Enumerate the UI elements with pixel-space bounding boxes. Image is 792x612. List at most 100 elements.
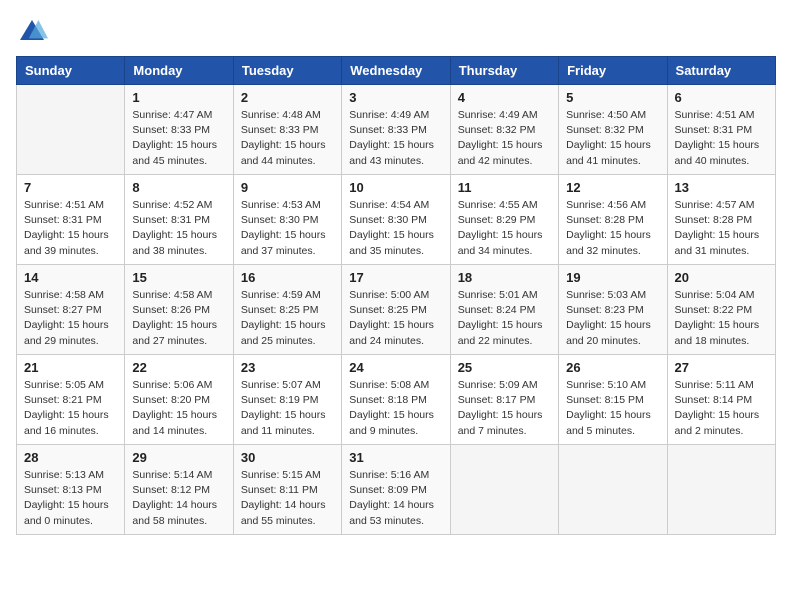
- calendar-cell: [17, 85, 125, 175]
- day-number: 15: [132, 270, 225, 285]
- day-number: 29: [132, 450, 225, 465]
- day-content: Sunrise: 4:54 AM Sunset: 8:30 PM Dayligh…: [349, 198, 442, 259]
- logo-icon: [16, 16, 48, 48]
- calendar-cell: 8 Sunrise: 4:52 AM Sunset: 8:31 PM Daylig…: [125, 175, 233, 265]
- calendar-cell: 25 Sunrise: 5:09 AM Sunset: 8:17 PM Dayli…: [450, 355, 558, 445]
- week-row-4: 21 Sunrise: 5:05 AM Sunset: 8:21 PM Dayli…: [17, 355, 776, 445]
- week-row-3: 14 Sunrise: 4:58 AM Sunset: 8:27 PM Dayli…: [17, 265, 776, 355]
- day-number: 9: [241, 180, 334, 195]
- calendar-cell: 3 Sunrise: 4:49 AM Sunset: 8:33 PM Daylig…: [342, 85, 450, 175]
- day-number: 12: [566, 180, 659, 195]
- calendar-cell: 24 Sunrise: 5:08 AM Sunset: 8:18 PM Dayli…: [342, 355, 450, 445]
- weekday-header-sunday: Sunday: [17, 57, 125, 85]
- calendar-cell: 13 Sunrise: 4:57 AM Sunset: 8:28 PM Dayli…: [667, 175, 775, 265]
- calendar-cell: 15 Sunrise: 4:58 AM Sunset: 8:26 PM Dayli…: [125, 265, 233, 355]
- calendar-cell: 22Sunrise: 5:06 AM Sunset: 8:20 PM Dayli…: [125, 355, 233, 445]
- calendar-cell: 11 Sunrise: 4:55 AM Sunset: 8:29 PM Dayli…: [450, 175, 558, 265]
- day-content: Sunrise: 4:49 AM Sunset: 8:33 PM Dayligh…: [349, 108, 442, 169]
- day-content: Sunrise: 4:55 AM Sunset: 8:29 PM Dayligh…: [458, 198, 551, 259]
- calendar-cell: 21 Sunrise: 5:05 AM Sunset: 8:21 PM Dayli…: [17, 355, 125, 445]
- day-number: 26: [566, 360, 659, 375]
- day-number: 25: [458, 360, 551, 375]
- calendar-cell: 20Sunrise: 5:04 AM Sunset: 8:22 PM Dayli…: [667, 265, 775, 355]
- calendar-cell: 5Sunrise: 4:50 AM Sunset: 8:32 PM Daylig…: [559, 85, 667, 175]
- weekday-header-row: SundayMondayTuesdayWednesdayThursdayFrid…: [17, 57, 776, 85]
- day-content: Sunrise: 4:47 AM Sunset: 8:33 PM Dayligh…: [132, 108, 225, 169]
- day-number: 17: [349, 270, 442, 285]
- calendar-cell: 30Sunrise: 5:15 AM Sunset: 8:11 PM Dayli…: [233, 445, 341, 535]
- day-content: Sunrise: 5:07 AM Sunset: 8:19 PM Dayligh…: [241, 378, 334, 439]
- day-content: Sunrise: 5:13 AM Sunset: 8:13 PM Dayligh…: [24, 468, 117, 529]
- day-content: Sunrise: 4:51 AM Sunset: 8:31 PM Dayligh…: [675, 108, 768, 169]
- calendar-cell: 23 Sunrise: 5:07 AM Sunset: 8:19 PM Dayli…: [233, 355, 341, 445]
- calendar-cell: 2 Sunrise: 4:48 AM Sunset: 8:33 PM Daylig…: [233, 85, 341, 175]
- day-content: Sunrise: 4:51 AM Sunset: 8:31 PM Dayligh…: [24, 198, 117, 259]
- day-content: Sunrise: 5:01 AM Sunset: 8:24 PM Dayligh…: [458, 288, 551, 349]
- calendar-cell: 28 Sunrise: 5:13 AM Sunset: 8:13 PM Dayli…: [17, 445, 125, 535]
- day-number: 6: [675, 90, 768, 105]
- day-number: 20: [675, 270, 768, 285]
- calendar-cell: 4 Sunrise: 4:49 AM Sunset: 8:32 PM Daylig…: [450, 85, 558, 175]
- week-row-5: 28 Sunrise: 5:13 AM Sunset: 8:13 PM Dayli…: [17, 445, 776, 535]
- day-number: 1: [132, 90, 225, 105]
- day-number: 18: [458, 270, 551, 285]
- day-content: Sunrise: 4:58 AM Sunset: 8:27 PM Dayligh…: [24, 288, 117, 349]
- day-content: Sunrise: 4:57 AM Sunset: 8:28 PM Dayligh…: [675, 198, 768, 259]
- calendar-cell: 14 Sunrise: 4:58 AM Sunset: 8:27 PM Dayli…: [17, 265, 125, 355]
- day-number: 28: [24, 450, 117, 465]
- day-number: 10: [349, 180, 442, 195]
- day-number: 2: [241, 90, 334, 105]
- day-content: Sunrise: 5:08 AM Sunset: 8:18 PM Dayligh…: [349, 378, 442, 439]
- calendar-cell: 29 Sunrise: 5:14 AM Sunset: 8:12 PM Dayli…: [125, 445, 233, 535]
- calendar-cell: 10 Sunrise: 4:54 AM Sunset: 8:30 PM Dayli…: [342, 175, 450, 265]
- day-content: Sunrise: 5:15 AM Sunset: 8:11 PM Dayligh…: [241, 468, 334, 529]
- day-content: Sunrise: 4:48 AM Sunset: 8:33 PM Dayligh…: [241, 108, 334, 169]
- calendar-cell: 31 Sunrise: 5:16 AM Sunset: 8:09 PM Dayli…: [342, 445, 450, 535]
- day-content: Sunrise: 5:05 AM Sunset: 8:21 PM Dayligh…: [24, 378, 117, 439]
- day-content: Sunrise: 4:58 AM Sunset: 8:26 PM Dayligh…: [132, 288, 225, 349]
- day-content: Sunrise: 4:50 AM Sunset: 8:32 PM Dayligh…: [566, 108, 659, 169]
- day-number: 11: [458, 180, 551, 195]
- week-row-2: 7 Sunrise: 4:51 AM Sunset: 8:31 PM Daylig…: [17, 175, 776, 265]
- day-content: Sunrise: 4:52 AM Sunset: 8:31 PM Dayligh…: [132, 198, 225, 259]
- day-number: 4: [458, 90, 551, 105]
- weekday-header-thursday: Thursday: [450, 57, 558, 85]
- day-number: 31: [349, 450, 442, 465]
- day-number: 21: [24, 360, 117, 375]
- day-content: Sunrise: 4:56 AM Sunset: 8:28 PM Dayligh…: [566, 198, 659, 259]
- day-number: 14: [24, 270, 117, 285]
- day-number: 22: [132, 360, 225, 375]
- logo: [16, 16, 52, 48]
- calendar-cell: 26 Sunrise: 5:10 AM Sunset: 8:15 PM Dayli…: [559, 355, 667, 445]
- week-row-1: 1 Sunrise: 4:47 AM Sunset: 8:33 PM Daylig…: [17, 85, 776, 175]
- day-content: Sunrise: 4:49 AM Sunset: 8:32 PM Dayligh…: [458, 108, 551, 169]
- day-content: Sunrise: 5:11 AM Sunset: 8:14 PM Dayligh…: [675, 378, 768, 439]
- day-content: Sunrise: 5:09 AM Sunset: 8:17 PM Dayligh…: [458, 378, 551, 439]
- day-content: Sunrise: 5:03 AM Sunset: 8:23 PM Dayligh…: [566, 288, 659, 349]
- day-content: Sunrise: 5:14 AM Sunset: 8:12 PM Dayligh…: [132, 468, 225, 529]
- calendar-cell: 1 Sunrise: 4:47 AM Sunset: 8:33 PM Daylig…: [125, 85, 233, 175]
- day-content: Sunrise: 5:10 AM Sunset: 8:15 PM Dayligh…: [566, 378, 659, 439]
- calendar-cell: 16Sunrise: 4:59 AM Sunset: 8:25 PM Dayli…: [233, 265, 341, 355]
- calendar-cell: 17Sunrise: 5:00 AM Sunset: 8:25 PM Dayli…: [342, 265, 450, 355]
- page-header: [16, 16, 776, 48]
- day-content: Sunrise: 4:59 AM Sunset: 8:25 PM Dayligh…: [241, 288, 334, 349]
- day-number: 7: [24, 180, 117, 195]
- calendar-cell: 7 Sunrise: 4:51 AM Sunset: 8:31 PM Daylig…: [17, 175, 125, 265]
- calendar-cell: 6 Sunrise: 4:51 AM Sunset: 8:31 PM Daylig…: [667, 85, 775, 175]
- calendar-cell: 9Sunrise: 4:53 AM Sunset: 8:30 PM Daylig…: [233, 175, 341, 265]
- day-content: Sunrise: 5:16 AM Sunset: 8:09 PM Dayligh…: [349, 468, 442, 529]
- day-number: 8: [132, 180, 225, 195]
- calendar-cell: 12 Sunrise: 4:56 AM Sunset: 8:28 PM Dayli…: [559, 175, 667, 265]
- calendar-cell: [450, 445, 558, 535]
- calendar-cell: [559, 445, 667, 535]
- day-number: 3: [349, 90, 442, 105]
- day-number: 23: [241, 360, 334, 375]
- day-number: 13: [675, 180, 768, 195]
- calendar-table: SundayMondayTuesdayWednesdayThursdayFrid…: [16, 56, 776, 535]
- calendar-cell: 27 Sunrise: 5:11 AM Sunset: 8:14 PM Dayli…: [667, 355, 775, 445]
- day-number: 24: [349, 360, 442, 375]
- day-number: 19: [566, 270, 659, 285]
- day-number: 27: [675, 360, 768, 375]
- weekday-header-saturday: Saturday: [667, 57, 775, 85]
